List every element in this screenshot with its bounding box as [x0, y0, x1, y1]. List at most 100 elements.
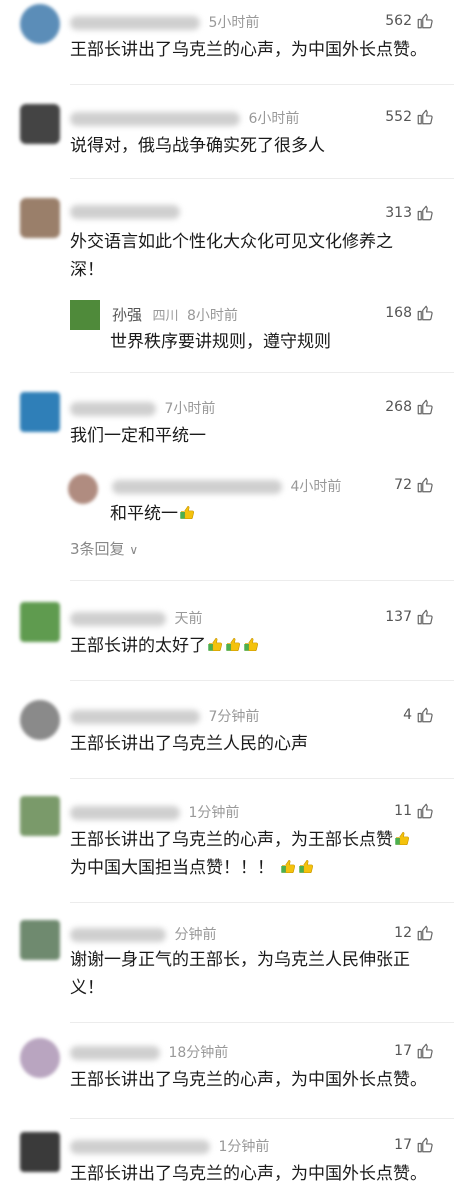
avatar[interactable] — [20, 796, 60, 836]
like-count: 12 — [394, 925, 412, 941]
more-replies-link[interactable]: 3条回复 ∨ — [70, 538, 138, 559]
comment-text: 说得对，俄乌战争确实死了很多人 — [70, 136, 325, 156]
comment-text-line1: 王部长讲出了乌克兰的心声，为王部长点赞 — [70, 830, 393, 850]
thumbs-up-emoji — [297, 857, 315, 875]
avatar[interactable] — [20, 4, 60, 44]
comment-meta — [70, 204, 184, 220]
avatar[interactable] — [20, 1038, 60, 1078]
thumbs-up-icon — [416, 1042, 434, 1060]
thumbs-up-icon — [416, 608, 434, 626]
comment-text: 我们一定和平统一 — [70, 426, 206, 446]
thumbs-up-emoji — [279, 857, 297, 875]
comment-meta: 6小时前 — [70, 108, 299, 128]
thumbs-up-icon — [416, 706, 434, 724]
comment-time: 7小时前 — [164, 401, 216, 417]
username-blurred — [70, 806, 180, 820]
comment-item: 5小时前 562 王部长讲出了乌克兰的心声，为中国外长点赞。 — [0, 0, 454, 96]
like-button[interactable]: 268 — [385, 398, 434, 416]
divider — [70, 178, 454, 179]
comment-time: 天前 — [174, 611, 203, 627]
comment-time: 7分钟前 — [208, 709, 260, 725]
like-count: 552 — [385, 109, 412, 125]
comment-item: 天前 137 王部长讲的太好了 — [0, 592, 454, 684]
reply-time: 4小时前 — [290, 479, 342, 495]
like-count: 11 — [394, 803, 412, 819]
comment-meta: 天前 — [70, 608, 202, 628]
thumbs-up-emoji — [242, 635, 260, 653]
comment-text: 王部长讲出了乌克兰的心声，为中国外长点赞。 — [70, 1164, 427, 1184]
comment-item: 6小时前 552 说得对，俄乌战争确实死了很多人 — [0, 96, 454, 182]
thumbs-up-icon — [416, 398, 434, 416]
comment-time: 分钟前 — [174, 927, 217, 943]
comment-text: 谢谢一身正气的王部长，为乌克兰人民伸张正义！ — [70, 950, 410, 998]
like-count: 268 — [385, 399, 412, 415]
username-blurred — [70, 112, 240, 126]
comment-text-line2: 为中国大国担当点赞！！！ — [70, 858, 274, 878]
avatar[interactable] — [20, 392, 60, 432]
more-replies-label: 3条回复 — [70, 540, 125, 558]
comment-meta: 18分钟前 — [70, 1042, 228, 1062]
avatar[interactable] — [20, 1132, 60, 1172]
comment-item: 313 外交语言如此个性化大众化可见文化修养之深！ 孙强 四川 8小时前 168… — [0, 190, 454, 374]
like-button[interactable]: 4 — [403, 706, 434, 724]
divider — [70, 778, 454, 779]
like-count: 562 — [385, 13, 412, 29]
reply-text: 和平统一 — [110, 500, 438, 528]
comment-meta: 5小时前 — [70, 12, 259, 32]
like-button[interactable]: 17 — [394, 1042, 434, 1060]
avatar[interactable] — [20, 198, 60, 238]
username-blurred — [70, 612, 166, 626]
reply-meta: 4小时前 — [112, 476, 341, 496]
like-button[interactable]: 11 — [394, 802, 434, 820]
comment-text: 王部长讲出了乌克兰人民的心声 — [70, 734, 308, 754]
divider — [70, 372, 454, 373]
like-button[interactable]: 168 — [385, 304, 434, 322]
reply-avatar[interactable] — [68, 474, 98, 504]
like-button[interactable]: 137 — [385, 608, 434, 626]
comment-time: 5小时前 — [208, 15, 260, 31]
comment-text: 王部长讲出了乌克兰的心声，为中国外长点赞。 — [70, 1070, 427, 1090]
like-button[interactable]: 562 — [385, 12, 434, 30]
comment-text: 外交语言如此个性化大众化可见文化修养之深！ — [70, 232, 393, 280]
avatar[interactable] — [20, 602, 60, 642]
comment-text: 王部长讲出了乌克兰的心声，为王部长点赞 为中国大国担当点赞！！！ — [70, 826, 438, 882]
chevron-down-icon: ∨ — [129, 543, 139, 557]
username-blurred — [70, 16, 200, 30]
reply-meta: 孙强 四川 8小时前 — [112, 304, 238, 325]
comment-meta: 1分钟前 — [70, 1136, 269, 1156]
comment-item: 7分钟前 4 王部长讲出了乌克兰人民的心声 — [0, 690, 454, 782]
divider — [70, 902, 454, 903]
comment-meta: 分钟前 — [70, 924, 216, 944]
avatar[interactable] — [20, 700, 60, 740]
like-button[interactable]: 12 — [394, 924, 434, 942]
comment-time: 1分钟前 — [218, 1139, 270, 1155]
avatar[interactable] — [20, 920, 60, 960]
username-blurred — [70, 402, 156, 416]
like-button[interactable]: 72 — [394, 476, 434, 494]
like-count: 4 — [403, 707, 412, 723]
reply-avatar[interactable] — [70, 300, 100, 330]
divider — [70, 84, 454, 85]
thumbs-up-icon — [416, 1136, 434, 1154]
like-count: 137 — [385, 609, 412, 625]
comment-time: 1分钟前 — [188, 805, 240, 821]
reply-username[interactable]: 孙强 — [112, 306, 142, 324]
like-button[interactable]: 313 — [385, 204, 434, 222]
thumbs-up-icon — [416, 476, 434, 494]
thumbs-up-icon — [416, 204, 434, 222]
like-count: 17 — [394, 1137, 412, 1153]
comment-text: 王部长讲出了乌克兰的心声，为中国外长点赞。 — [70, 40, 427, 60]
reply-text: 世界秩序要讲规则，遵守规则 — [110, 332, 331, 352]
like-button[interactable]: 17 — [394, 1136, 434, 1154]
comment-item: 分钟前 12 谢谢一身正气的王部长，为乌克兰人民伸张正义！ — [0, 910, 454, 1032]
comment-text: 王部长讲的太好了 — [70, 632, 438, 660]
comment-item: 7小时前 268 我们一定和平统一 4小时前 72 和平统一 3条回复 ∨ — [0, 384, 454, 590]
comment-item: 18分钟前 17 王部长讲出了乌克兰的心声，为中国外长点赞。 — [0, 1030, 454, 1120]
comment-text-content: 王部长讲的太好了 — [70, 636, 206, 656]
thumbs-up-emoji — [393, 829, 411, 847]
like-button[interactable]: 552 — [385, 108, 434, 126]
thumbs-up-icon — [416, 12, 434, 30]
comment-meta: 7分钟前 — [70, 706, 259, 726]
comment-time: 18分钟前 — [168, 1045, 229, 1061]
avatar[interactable] — [20, 104, 60, 144]
